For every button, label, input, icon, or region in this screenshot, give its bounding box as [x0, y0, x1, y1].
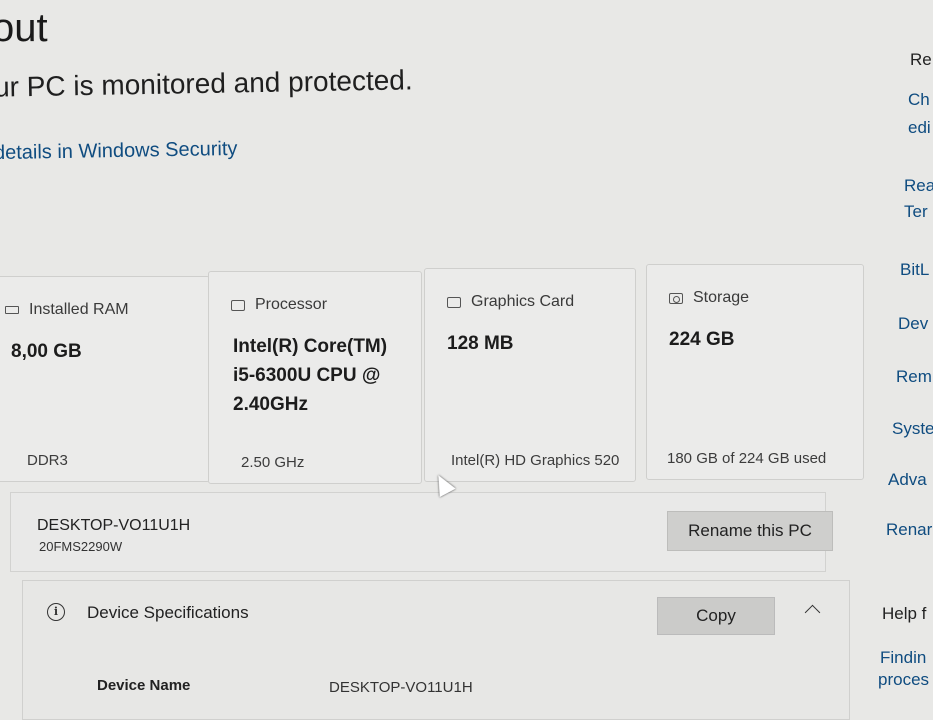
- info-icon: i: [47, 603, 65, 621]
- right-link-1-cont[interactable]: edi: [908, 118, 931, 138]
- graphics-card-card: Graphics Card 128 MB Intel(R) HD Graphic…: [424, 268, 636, 482]
- storage-card-header: Storage: [669, 289, 749, 307]
- rename-pc-button[interactable]: Rename this PC: [667, 511, 833, 551]
- right-link-rename[interactable]: Renar: [886, 520, 932, 540]
- right-link-system-protection[interactable]: Syste: [892, 419, 933, 439]
- ram-value: 8,00 GB: [11, 341, 82, 362]
- device-model: 20FMS2290W: [39, 539, 123, 554]
- windows-security-link[interactable]: details in Windows Security: [0, 138, 238, 165]
- device-name-label: Device Name: [97, 677, 191, 694]
- memory-icon: [5, 306, 19, 314]
- right-link-2[interactable]: Rea: [904, 176, 933, 196]
- device-specifications-panel: i Device Specifications Copy Device Name…: [22, 580, 850, 720]
- graphics-card-icon: [447, 296, 461, 308]
- processor-card-header: Processor: [231, 296, 327, 314]
- device-specifications-title: Device Specifications: [87, 603, 249, 622]
- installed-ram-card: Installed RAM 8,00 GB DDR3: [0, 276, 210, 482]
- ram-label: Installed RAM: [29, 301, 129, 318]
- storage-value: 224 GB: [669, 329, 735, 350]
- graphics-label: Graphics Card: [471, 293, 575, 310]
- right-link-device-manager[interactable]: Dev: [898, 314, 928, 334]
- storage-icon: [669, 292, 683, 304]
- storage-label: Storage: [693, 289, 750, 306]
- processor-label: Processor: [255, 296, 328, 313]
- right-link-2-cont[interactable]: Ter: [904, 202, 928, 222]
- storage-usage: 180 GB of 224 GB used: [667, 450, 827, 467]
- device-name: DESKTOP-VO11U1H: [37, 517, 191, 534]
- related-settings-heading: Re: [910, 50, 932, 69]
- page-title: out: [0, 6, 48, 50]
- ram-card-header: Installed RAM: [5, 301, 129, 319]
- right-link-help-cont[interactable]: proces: [878, 670, 929, 690]
- graphics-card-header: Graphics Card: [447, 293, 574, 311]
- right-link-remote[interactable]: Rem: [896, 367, 932, 387]
- processor-speed: 2.50 GHz: [241, 454, 305, 471]
- help-heading: Help f: [882, 604, 927, 623]
- storage-card: Storage 224 GB 180 GB of 224 GB used: [646, 264, 864, 480]
- copy-button[interactable]: Copy: [657, 597, 775, 635]
- device-name-panel: DESKTOP-VO11U1H 20FMS2290W Rename this P…: [10, 492, 833, 572]
- right-link-1[interactable]: Ch: [908, 90, 930, 110]
- security-status-text: ur PC is monitored and protected.: [0, 64, 413, 103]
- processor-icon: [231, 299, 245, 311]
- ram-type: DDR3: [27, 452, 68, 469]
- graphics-value: 128 MB: [447, 333, 514, 354]
- processor-card: Processor Intel(R) Core(TM) i5-6300U CPU…: [208, 271, 422, 484]
- chevron-up-icon[interactable]: [804, 604, 821, 621]
- graphics-adapter: Intel(R) HD Graphics 520: [451, 452, 620, 469]
- processor-value: Intel(R) Core(TM) i5-6300U CPU @ 2.40GHz: [233, 336, 388, 415]
- right-link-bitlocker[interactable]: BitL: [900, 260, 929, 280]
- right-link-help[interactable]: Findin: [880, 648, 926, 668]
- device-name-value: DESKTOP-VO11U1H: [329, 679, 473, 696]
- right-link-advanced[interactable]: Adva: [888, 470, 927, 490]
